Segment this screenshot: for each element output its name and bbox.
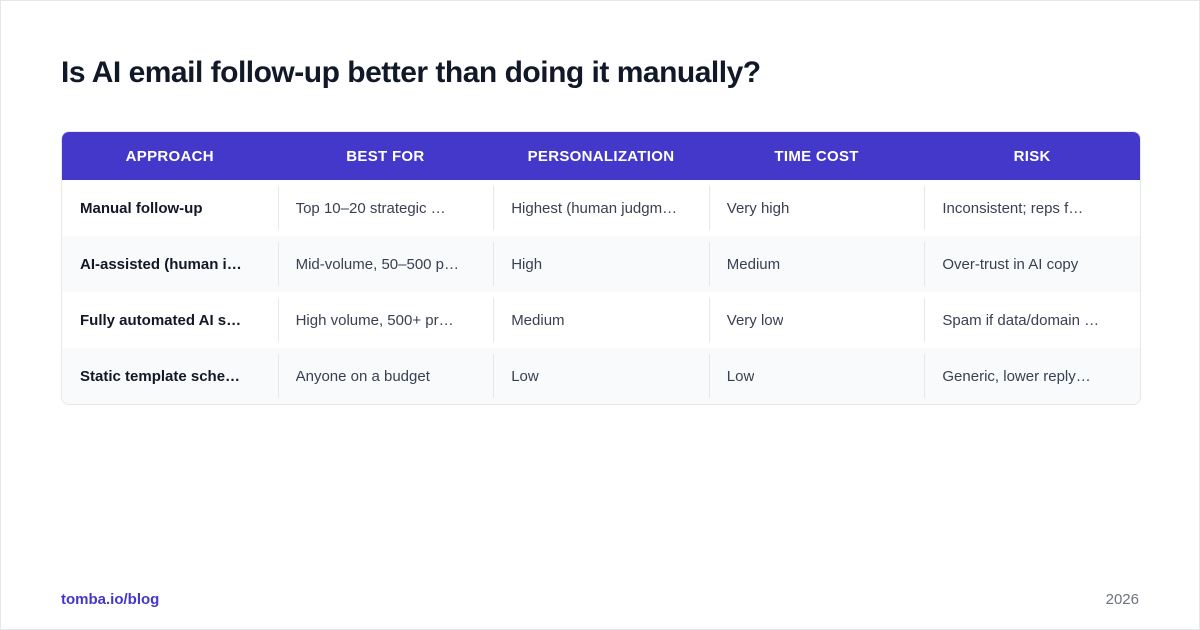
cell-risk: Spam if data/domain … <box>924 292 1140 348</box>
table-row: Static template sche… Anyone on a budget… <box>62 348 1140 404</box>
cell-risk: Generic, lower reply… <box>924 348 1140 404</box>
cell-approach: Fully automated AI s… <box>80 311 242 329</box>
header-best-for: BEST FOR <box>346 147 425 165</box>
cell-risk: Inconsistent; reps f… <box>924 180 1140 236</box>
cell-personalization: Highest (human judgm… <box>493 180 709 236</box>
table-header: APPROACH BEST FOR PERSONALIZATION TIME C… <box>62 132 1140 180</box>
cell-best-for: Top 10–20 strategic … <box>277 180 494 236</box>
cell-best-for: Anyone on a budget <box>277 348 494 404</box>
comparison-table: APPROACH BEST FOR PERSONALIZATION TIME C… <box>61 131 1141 405</box>
cell-personalization: Low <box>493 348 709 404</box>
cell-personalization: Medium <box>493 292 709 348</box>
cell-approach: Static template sche… <box>80 367 241 385</box>
cell-time-cost: Low <box>708 348 925 404</box>
cell-time-cost: Very low <box>708 292 925 348</box>
cell-risk: Over-trust in AI copy <box>924 236 1140 292</box>
source-link[interactable]: tomba.io/blog <box>61 591 159 608</box>
header-approach: APPROACH <box>125 147 214 165</box>
cell-best-for: Mid-volume, 50–500 p… <box>277 236 494 292</box>
table-row: Fully automated AI s… High volume, 500+ … <box>62 292 1140 348</box>
table-row: Manual follow-up Top 10–20 strategic … H… <box>62 180 1140 236</box>
page-title: Is AI email follow-up better than doing … <box>61 56 761 89</box>
cell-time-cost: Very high <box>708 180 925 236</box>
header-personalization: PERSONALIZATION <box>527 147 675 165</box>
header-risk: RISK <box>1013 147 1051 165</box>
cell-best-for: High volume, 500+ pr… <box>277 292 494 348</box>
table-row: AI-assisted (human i… Mid-volume, 50–500… <box>62 236 1140 292</box>
year-label: 2026 <box>1105 591 1139 608</box>
cell-approach: Manual follow-up <box>80 199 203 217</box>
cell-approach: AI-assisted (human i… <box>80 255 242 273</box>
cell-personalization: High <box>493 236 709 292</box>
cell-time-cost: Medium <box>708 236 925 292</box>
header-time-cost: TIME COST <box>774 147 859 165</box>
page: Is AI email follow-up better than doing … <box>0 0 1200 630</box>
